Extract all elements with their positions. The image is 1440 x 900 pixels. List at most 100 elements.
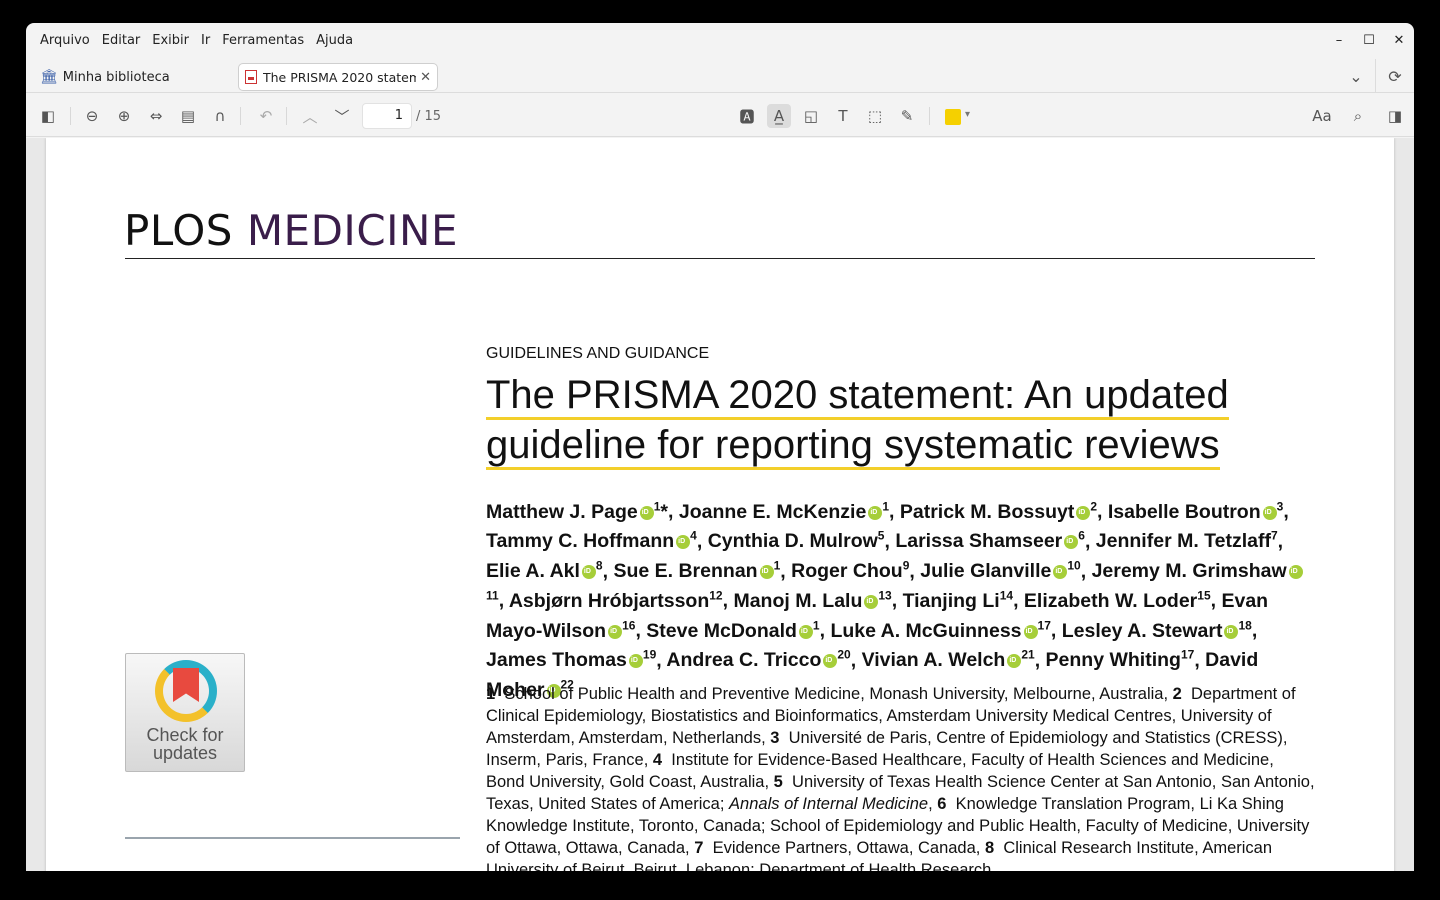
affiliation-number: 3 xyxy=(770,729,780,747)
close-window-icon[interactable]: ✕ xyxy=(1384,33,1414,48)
sidebar-toggle-icon[interactable]: ◧ xyxy=(36,104,60,128)
author-name: Lesley A. Stewart xyxy=(1061,619,1223,642)
orcid-icon[interactable] xyxy=(676,535,691,550)
orcid-icon[interactable] xyxy=(798,624,813,639)
annotation-color-swatch[interactable] xyxy=(945,109,961,125)
orcid-icon[interactable] xyxy=(1023,624,1038,639)
tab-bar-actions: ⌄ ⟳ xyxy=(1337,59,1414,93)
author-affiliation-ref: 14 xyxy=(999,588,1014,603)
note-icon[interactable]: ◱ xyxy=(799,104,823,128)
author-affiliation-ref: 7 xyxy=(1270,528,1278,543)
undo-icon[interactable]: ↶ xyxy=(254,104,278,128)
author-affiliation-ref: 3 xyxy=(1276,499,1284,513)
menu-arquivo[interactable]: Arquivo xyxy=(40,33,90,48)
author-affiliation-ref: 19 xyxy=(642,647,657,662)
refresh-icon[interactable]: ⟳ xyxy=(1376,67,1414,86)
orcid-icon[interactable] xyxy=(1076,505,1091,520)
affiliation-number: 4 xyxy=(652,751,663,769)
tab-library[interactable]: 🏛 Minha biblioteca xyxy=(40,65,170,89)
pdf-page: PLOS MEDICINE GUIDELINES AND GUIDANCE Th… xyxy=(46,138,1394,871)
orcid-icon[interactable] xyxy=(1053,565,1068,580)
orcid-icon[interactable] xyxy=(608,624,623,639)
affiliations: 1 School of Public Health and Preventive… xyxy=(486,683,1316,871)
page-view-icon[interactable]: ▤ xyxy=(176,104,200,128)
app-window: Arquivo Editar Exibir Ir Ferramentas Aju… xyxy=(26,23,1414,871)
author-affiliation-ref: 17 xyxy=(1037,618,1051,633)
chevron-down-icon[interactable]: ⌄ xyxy=(1337,67,1375,86)
orcid-icon[interactable] xyxy=(581,565,596,580)
author-affiliation-ref: 16 xyxy=(622,618,636,633)
author: Tammy C. Hoffmann 4 xyxy=(486,529,697,553)
select-area-icon[interactable]: ⬚ xyxy=(863,104,887,128)
zoom-in-icon[interactable]: ⊕ xyxy=(112,104,136,128)
minimize-icon[interactable]: – xyxy=(1324,33,1354,48)
author: Patrick M. Bossuyt 2 xyxy=(899,499,1097,523)
menu-exibir[interactable]: Exibir xyxy=(152,33,189,48)
tab-document[interactable]: The PRISMA 2020 statement ✕ xyxy=(238,63,438,91)
close-tab-icon[interactable]: ✕ xyxy=(420,70,431,85)
search-icon[interactable]: ⌕ xyxy=(1346,104,1370,128)
orcid-icon[interactable] xyxy=(628,654,643,669)
highlight-text-icon[interactable]: 🅰 xyxy=(735,104,759,128)
pdf-icon xyxy=(245,70,257,84)
author: Vivian A. Welch 21 xyxy=(862,647,1035,672)
orcid-icon[interactable] xyxy=(1007,654,1022,669)
context-pane-icon[interactable]: ◨ xyxy=(1383,104,1407,128)
zoom-out-icon[interactable]: ⊖ xyxy=(80,104,104,128)
orcid-icon[interactable] xyxy=(1288,565,1303,580)
chevron-down-icon[interactable]: ▾ xyxy=(965,109,970,120)
title-line-2: guideline for reporting systematic revie… xyxy=(486,423,1220,470)
menu-bar: Arquivo Editar Exibir Ir Ferramentas Aju… xyxy=(26,23,1414,57)
affiliation-number: 8 xyxy=(984,839,995,857)
author-affiliation-ref: 9 xyxy=(902,558,910,573)
author-name: Andrea C. Tricco xyxy=(666,649,822,672)
text-tool-icon[interactable]: T xyxy=(831,104,855,128)
menu-ajuda[interactable]: Ajuda xyxy=(316,33,353,48)
menu-editar[interactable]: Editar xyxy=(102,33,141,48)
underline-text-icon[interactable]: A̲ xyxy=(767,104,791,128)
orcid-icon[interactable] xyxy=(639,505,654,520)
author: Steve McDonald 1 xyxy=(646,618,819,642)
orcid-icon[interactable] xyxy=(823,654,838,669)
next-page-icon[interactable]: ﹀ xyxy=(330,104,354,128)
author-affiliation-ref: 11 xyxy=(486,588,499,603)
draw-icon[interactable]: ✎ xyxy=(895,104,919,128)
tab-document-label: The PRISMA 2020 statement xyxy=(263,69,417,85)
journal-logo: PLOS MEDICINE xyxy=(124,206,458,255)
maximize-icon[interactable]: ☐ xyxy=(1354,33,1384,48)
menu-ir[interactable]: Ir xyxy=(201,33,210,48)
title-line-1: The PRISMA 2020 statement: An updated xyxy=(486,373,1229,420)
pdf-viewer[interactable]: PLOS MEDICINE GUIDELINES AND GUIDANCE Th… xyxy=(26,138,1414,871)
header-rule xyxy=(125,258,1315,259)
font-settings-icon[interactable]: Aa xyxy=(1310,104,1334,128)
fit-width-icon[interactable]: ⇔ xyxy=(144,104,168,128)
divider xyxy=(70,107,71,125)
check-for-updates-badge[interactable]: Check for updates xyxy=(125,653,245,772)
affiliation-number: 1 xyxy=(486,685,496,703)
orcid-icon[interactable] xyxy=(864,594,879,609)
previous-page-icon[interactable]: ︿ xyxy=(298,104,322,128)
menu-ferramentas[interactable]: Ferramentas xyxy=(222,33,304,48)
author: Cynthia D. Mulrow5 xyxy=(708,529,885,553)
read-aloud-icon[interactable]: ∩ xyxy=(208,104,232,128)
author-name: Patrick M. Bossuyt xyxy=(899,500,1075,523)
orcid-icon[interactable] xyxy=(1224,624,1239,639)
author: Jennifer M. Tetzlaff7 xyxy=(1096,528,1278,553)
author-name: Matthew J. Page xyxy=(486,500,638,523)
author-affiliation-ref: 6 xyxy=(1078,528,1085,543)
page-number-input[interactable]: 1 xyxy=(362,103,412,129)
orcid-icon[interactable] xyxy=(759,565,774,580)
reader-toolbar: ◧ ⊖ ⊕ ⇔ ▤ ∩ ↶ ︿ ﹀ 1 / 15 🅰 A̲ ◱ T ⬚ ✎ ▾ … xyxy=(26,95,1414,137)
badge-label: Check for updates xyxy=(126,726,244,762)
author-name: Jeremy M. Grimshaw xyxy=(1091,560,1287,583)
author: Manoj M. Lalu 13 xyxy=(733,588,891,612)
author-affiliation-ref: 1 xyxy=(773,558,781,573)
author: Luke A. McGuinness 17 xyxy=(830,618,1051,642)
orcid-icon[interactable] xyxy=(868,505,883,520)
affiliation: 1 School of Public Health and Preventive… xyxy=(486,685,1168,703)
orcid-icon[interactable] xyxy=(1064,535,1079,550)
author-affiliation-ref: 21 xyxy=(1021,647,1035,662)
orcid-icon[interactable] xyxy=(1262,505,1277,520)
author-name: Asbjørn Hróbjartsson xyxy=(508,589,710,612)
divider xyxy=(240,107,241,125)
